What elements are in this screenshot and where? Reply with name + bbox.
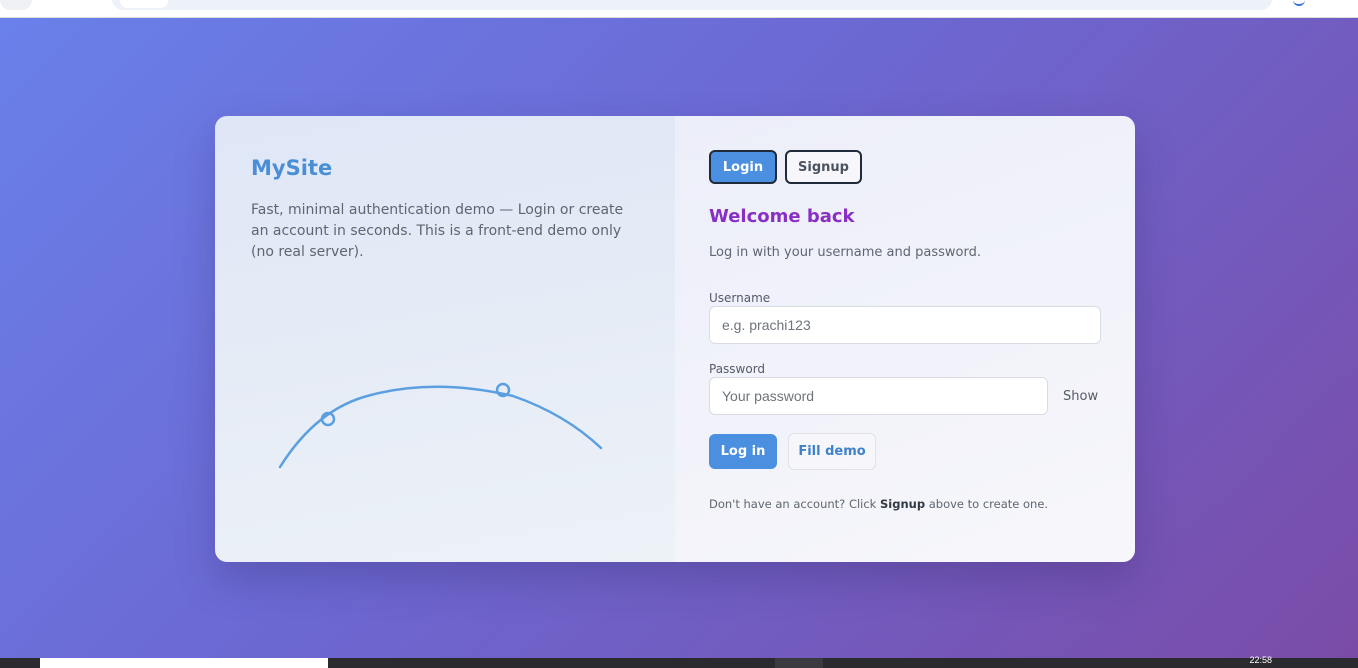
signup-hint-prefix: Don't have an account? Click xyxy=(709,497,881,511)
password-label: Password xyxy=(709,362,766,376)
taskbar-clock: 22:58 xyxy=(1249,655,1272,665)
signup-hint-suffix: above to create one. xyxy=(925,497,1049,511)
intro-description: Fast, minimal authentication demo — Logi… xyxy=(251,202,624,260)
decorative-curve-illustration xyxy=(278,382,603,469)
username-label: Username xyxy=(709,291,771,305)
browser-toolbar xyxy=(0,0,1358,18)
site-info-chip[interactable] xyxy=(120,0,168,8)
form-heading: Welcome back xyxy=(709,206,855,227)
form-subheading: Log in with your username and password. xyxy=(709,245,981,260)
profile-icon[interactable] xyxy=(1293,0,1305,6)
auth-panel: Login Signup Welcome back Log in with yo… xyxy=(675,116,1135,562)
os-taskbar: 22:58 xyxy=(0,655,1358,668)
fill-demo-button[interactable]: Fill demo xyxy=(788,433,876,470)
brand-title: MySite xyxy=(251,156,333,180)
taskbar-active-app[interactable] xyxy=(775,658,823,668)
address-bar[interactable] xyxy=(112,0,1272,10)
tab-signup[interactable]: Signup xyxy=(785,150,862,184)
signup-hint-link: Signup xyxy=(880,497,926,511)
password-row: Your password Show xyxy=(709,377,1101,415)
curve-line xyxy=(278,385,603,469)
form-actions: Log in Fill demo xyxy=(709,433,1101,470)
browser-back-button[interactable] xyxy=(0,0,32,10)
tab-login[interactable]: Login xyxy=(709,150,777,184)
intro-panel: MySite Fast, minimal authentication demo… xyxy=(215,116,675,562)
taskbar-search[interactable] xyxy=(40,658,328,668)
username-input[interactable]: e.g. prachi123 xyxy=(709,306,1101,344)
auth-card: MySite Fast, minimal authentication demo… xyxy=(215,116,1135,562)
show-password-toggle[interactable]: Show xyxy=(1063,389,1098,404)
auth-tabs: Login Signup xyxy=(709,150,1101,184)
login-submit-button[interactable]: Log in xyxy=(709,434,777,469)
password-input[interactable]: Your password xyxy=(709,377,1048,415)
signup-hint: Don't have an account? Click Signup abov… xyxy=(709,497,1101,511)
